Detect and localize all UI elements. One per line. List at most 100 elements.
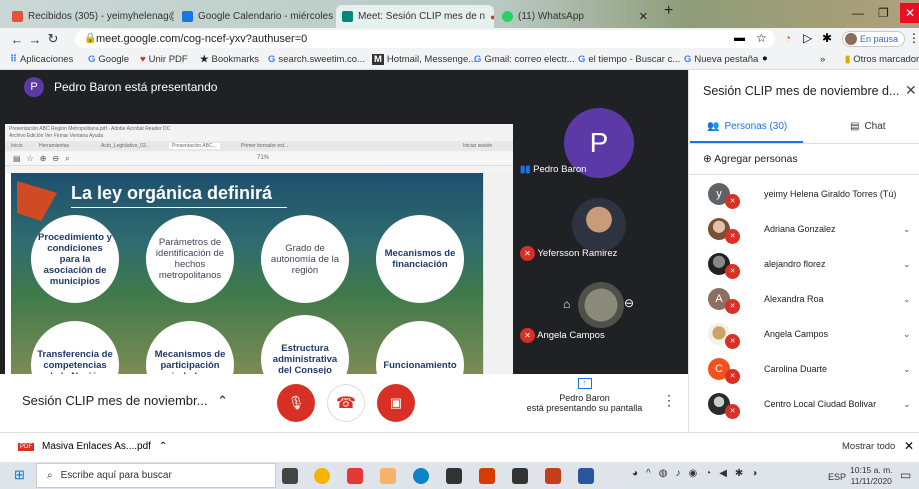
file-explorer-icon[interactable]: [380, 468, 396, 484]
presentation-info[interactable]: ↑ Pedro Baron está presentando su pantal…: [512, 376, 657, 413]
person-row[interactable]: A ✕ Alexandra Roa ⌄: [690, 282, 919, 317]
profile-pause-button[interactable]: En pausa: [842, 31, 906, 47]
acrobat-tab: Inicio: [11, 143, 23, 149]
github-icon: ●: [762, 53, 768, 64]
maximize-button[interactable]: ❐: [878, 6, 889, 20]
add-people-button[interactable]: ⊕ Agregar personas: [703, 153, 798, 165]
new-tab-button[interactable]: +: [664, 2, 673, 20]
person-row[interactable]: C ✕ Carolina Duarte ⌄: [690, 352, 919, 387]
close-icon[interactable]: ✕: [905, 82, 917, 99]
system-tray-icons[interactable]: ◕^◍♪◉◔◀✱◑: [632, 468, 765, 479]
bookmark-otros[interactable]: ▮Otros marcadores: [845, 54, 919, 65]
bookmark-github[interactable]: ●: [762, 53, 768, 64]
notifications-icon[interactable]: ▭: [900, 468, 911, 482]
bookmark-gmail[interactable]: G Gmail: correo electr...: [474, 54, 575, 65]
gmail-icon: [12, 11, 23, 22]
bookmark-unir-pdf[interactable]: ♥ Unir PDF: [140, 54, 188, 65]
tab-calendar[interactable]: Google Calendario - miércoles, 1... ✕: [176, 5, 334, 28]
bookmark-sweetim[interactable]: Gsearch.sweetim.co...: [268, 54, 365, 65]
recording-dot-icon: ●: [490, 11, 494, 22]
chevron-down-icon[interactable]: ⌄: [903, 329, 911, 340]
clock[interactable]: 10:15 a. m. 11/11/2020: [850, 465, 893, 487]
person-row[interactable]: y ✕ yeimy Helena Giraldo Torres (Tú): [690, 177, 919, 212]
participant-name: Angela Campos: [537, 330, 605, 341]
person-row[interactable]: ✕ Angela Campos ⌄: [690, 317, 919, 352]
chevron-up-icon: ⌃: [217, 393, 228, 408]
participant-tile-pedro[interactable]: ▮▮ Pedro Baron: [520, 164, 586, 175]
slide-circle: Procedimiento y condiciones para la asoc…: [31, 215, 119, 303]
tab-chat[interactable]: ▤ Chat: [850, 121, 886, 132]
shared-screen[interactable]: Presentación ABC Región Metropolitana.pd…: [5, 124, 513, 374]
calendar-icon: [182, 11, 193, 22]
window-close-button[interactable]: ✕: [900, 3, 919, 23]
tab-people[interactable]: 👥 Personas (30): [707, 121, 787, 132]
remove-icon[interactable]: ⊖: [624, 296, 634, 310]
edge-icon[interactable]: [413, 468, 429, 484]
close-icon[interactable]: ✕: [904, 439, 914, 453]
language-indicator[interactable]: ESP: [828, 472, 846, 482]
chevron-down-icon[interactable]: ⌄: [903, 294, 911, 305]
star-icon: ★: [200, 54, 209, 65]
extension-icon[interactable]: ◔: [784, 31, 791, 45]
store-icon[interactable]: [446, 468, 462, 484]
word-icon[interactable]: [578, 468, 594, 484]
acrobat-tab: Primer borrador est...: [241, 143, 289, 149]
acrobat-menu: Archivo Edición Ver Firmar Ventana Ayuda: [9, 133, 104, 139]
play-icon[interactable]: ▷: [803, 31, 812, 45]
leave-call-button[interactable]: ☎: [327, 384, 365, 422]
bookmark-hotmail[interactable]: M Hotmail, Messenge...: [372, 54, 476, 65]
bookmark-nueva-pestana[interactable]: G Nueva pestaña: [684, 54, 758, 65]
bookmark-bookmarks[interactable]: ★ Bookmarks: [200, 54, 259, 65]
bookmarks-overflow[interactable]: »: [820, 54, 825, 65]
taskbar-search[interactable]: ⌕ Escribe aquí para buscar: [36, 463, 276, 488]
powerpoint-icon[interactable]: [545, 468, 561, 484]
bookmark-google[interactable]: G Google: [88, 54, 129, 65]
minimize-button[interactable]: —: [852, 6, 864, 20]
chat-icon: ▤: [850, 121, 860, 132]
person-row[interactable]: ✕ Centro Local Ciudad Bolivar ⌄: [690, 387, 919, 422]
url-text[interactable]: meet.google.com/cog-ncef-yxv?authuser=0: [96, 33, 307, 45]
bookmark-tiempo[interactable]: Gel tiempo - Buscar c...: [578, 54, 680, 65]
chevron-down-icon[interactable]: ⌄: [903, 364, 911, 375]
back-icon[interactable]: ←: [8, 32, 26, 47]
camera-app-icon[interactable]: [512, 468, 528, 484]
tab-whatsapp[interactable]: (11) WhatsApp ✕: [496, 5, 654, 28]
star-icon[interactable]: ☆: [756, 31, 767, 45]
chevron-down-icon[interactable]: ⌄: [903, 224, 911, 235]
menu-dots-icon[interactable]: ⋮: [908, 31, 919, 45]
pin-icon[interactable]: ⌂: [563, 297, 570, 311]
forward-icon[interactable]: →: [26, 32, 44, 47]
download-item[interactable]: PDF Masiva Enlaces As....pdf ⌃: [18, 441, 167, 452]
puzzle-icon[interactable]: ✱: [822, 31, 832, 45]
panel-title: Sesión CLIP mes de noviembre d...: [703, 84, 900, 98]
tab-gmail[interactable]: Recibidos (305) - yeimyhelenag@... ✕: [6, 5, 174, 28]
app-icon[interactable]: [347, 468, 363, 484]
apps-icon: ⠿: [10, 54, 17, 65]
tab-meet[interactable]: Meet: Sesión CLIP mes de n ● ✕: [336, 5, 494, 28]
chevron-up-icon[interactable]: ⌃: [159, 441, 167, 452]
show-all-button[interactable]: Mostrar todo: [842, 441, 895, 452]
camera-off-button[interactable]: ▣: [377, 384, 415, 422]
slide-circle: Parámetros de identificación de hechos m…: [146, 215, 234, 303]
msn-icon: M: [372, 54, 384, 65]
mic-off-button[interactable]: 🎙: [277, 384, 315, 422]
cast-icon[interactable]: ▬: [734, 32, 745, 44]
close-icon[interactable]: ✕: [639, 10, 648, 23]
more-options-icon[interactable]: ⋮: [662, 392, 676, 409]
reload-icon[interactable]: ↻: [44, 31, 62, 47]
task-view-icon[interactable]: [282, 468, 298, 484]
google-icon: G: [88, 54, 96, 65]
slide-title: La ley orgánica definirá: [71, 183, 273, 203]
participant-tile-yefersson[interactable]: ✕ Yefersson Ramirez: [520, 246, 617, 261]
participant-tile-angela[interactable]: ✕ Angela Campos: [520, 328, 605, 343]
chevron-down-icon[interactable]: ⌄: [903, 259, 911, 270]
chevron-down-icon[interactable]: ⌄: [903, 399, 911, 410]
office-icon[interactable]: [479, 468, 495, 484]
meeting-details[interactable]: Sesión CLIP mes de noviembr... ⌃: [22, 393, 228, 409]
person-row[interactable]: ✕ alejandro florez ⌄: [690, 247, 919, 282]
pause-label: En pausa: [860, 34, 899, 44]
bookmark-apps[interactable]: ⠿ Aplicaciones: [10, 54, 73, 65]
person-row[interactable]: ✕ Adriana Gonzalez ⌄: [690, 212, 919, 247]
chrome-icon[interactable]: [314, 468, 330, 484]
windows-start-icon[interactable]: ⊞: [14, 467, 25, 483]
